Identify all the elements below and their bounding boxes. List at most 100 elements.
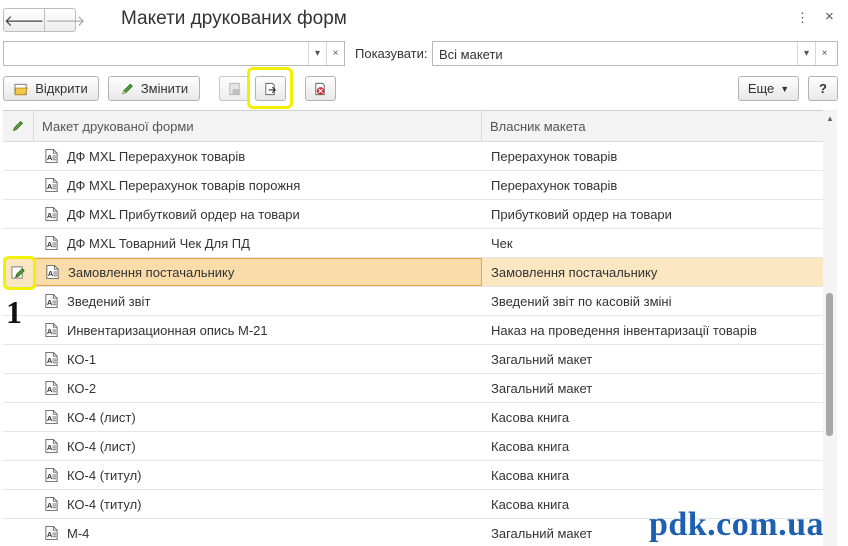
open-button[interactable]: Відкрити [3, 76, 99, 101]
table-row[interactable]: A Зведений звіт Зведений звіт по касовій з… [3, 287, 823, 316]
layout-name: ДФ MXL Прибутковий ордер на товари [67, 206, 300, 222]
watermark: pdk.com.ua [648, 506, 824, 543]
layout-name: КО-1 [67, 351, 97, 367]
layout-name-cell: A Зведений звіт [34, 287, 482, 315]
svg-text:A: A [47, 240, 53, 249]
table-row[interactable]: A КО-4 (лист) Касова книга [3, 403, 823, 432]
table-row[interactable]: A ДФ MXL Перерахунок товарів порожня Перер… [3, 171, 823, 200]
table-row[interactable]: A КО-4 (лист) Касова книга [3, 432, 823, 461]
back-button[interactable]: 🡐 [4, 9, 44, 31]
svg-text:A: A [47, 501, 53, 510]
layout-name: ДФ MXL Товарний Чек Для ПД [67, 235, 250, 251]
more-menu-icon[interactable]: ⋮ [796, 10, 809, 26]
show-label: Показувати: [355, 46, 428, 61]
annotation-marker-1: 1 [6, 294, 22, 330]
more-button-label: Еще [747, 81, 775, 96]
delete-button[interactable] [305, 76, 336, 101]
svg-text:A: A [47, 182, 53, 191]
svg-text:A: A [47, 472, 53, 481]
document-layout-icon: A [44, 525, 59, 541]
filter-field[interactable]: ▾ × [3, 41, 345, 66]
layout-name-cell: A Инвентаризационная опись М-21 [34, 316, 482, 344]
layout-owner: Прибутковий ордер на товари [491, 206, 672, 222]
layout-name: КО-4 (лист) [67, 409, 136, 425]
layout-name-cell: A КО-2 [34, 374, 482, 402]
show-clear-button[interactable]: × [815, 42, 833, 65]
clear-icon: × [332, 48, 339, 59]
arrow-left-icon: 🡐 [4, 12, 45, 30]
edit-column-header[interactable] [3, 111, 34, 141]
layout-owner: Загальний макет [491, 351, 593, 367]
document-layout-icon: A [44, 235, 59, 251]
table-row[interactable]: A Замовлення постачальнику Замовлення пост… [3, 258, 823, 287]
page-title: Макети друкованих форм [121, 8, 347, 29]
svg-text:A: A [47, 211, 53, 220]
show-select[interactable]: Всі макети ▾ × [432, 41, 838, 66]
document-layout-icon: A [44, 409, 59, 425]
svg-text:A: A [48, 269, 54, 278]
row-edit-cell [3, 490, 34, 518]
row-edit-cell [3, 519, 34, 546]
layout-name: КО-4 (лист) [67, 438, 136, 454]
layout-name: Инвентаризационная опись М-21 [67, 322, 268, 338]
scroll-up-icon[interactable]: ▲ [826, 114, 834, 123]
scrollbar-thumb[interactable] [826, 293, 833, 436]
row-edit-cell [3, 403, 34, 431]
table-row[interactable]: A ДФ MXL Перерахунок товарів Перерахунок т… [3, 142, 823, 171]
document-layout-icon: A [44, 496, 59, 512]
document-layout-icon: A [44, 148, 59, 164]
layout-owner: Касова книга [491, 409, 570, 425]
export-icon [265, 82, 277, 95]
layouts-table: Макет друкованої форми Власник макета A Д… [3, 110, 823, 546]
column-header-owner[interactable]: Власник макета [482, 111, 823, 141]
document-layout-icon: A [45, 264, 60, 280]
export-button[interactable] [255, 76, 286, 101]
table-row[interactable]: A КО-1 Загальний макет [3, 345, 823, 374]
help-button[interactable]: ? [808, 76, 838, 101]
table-row[interactable]: A ДФ MXL Прибутковий ордер на товари Прибу… [3, 200, 823, 229]
layout-owner: Замовлення постачальнику [491, 264, 658, 280]
layout-name-cell: A ДФ MXL Товарний Чек Для ПД [34, 229, 482, 257]
dropdown-button[interactable]: ▾ [308, 42, 326, 65]
edit-button[interactable]: Змінити [108, 76, 200, 101]
row-edit-cell [3, 432, 34, 460]
table-row[interactable]: A КО-4 (титул) Касова книга [3, 461, 823, 490]
layout-owner: Перерахунок товарів [491, 148, 618, 164]
open-folder-icon [14, 83, 28, 95]
open-button-label: Відкрити [35, 81, 88, 96]
layout-owner: Чек [491, 235, 513, 251]
forward-button[interactable]: 🡒 [44, 9, 85, 31]
document-layout-icon: A [44, 380, 59, 396]
layout-owner: Перерахунок товарів [491, 177, 618, 193]
svg-text:A: A [47, 356, 53, 365]
document-layout-icon: A [44, 293, 59, 309]
layout-name-cell: A М-4 [34, 519, 482, 546]
svg-text:A: A [47, 327, 53, 336]
layout-name-cell: A КО-4 (титул) [34, 461, 482, 489]
document-layout-icon: A [44, 177, 59, 193]
document-layout-icon: A [44, 351, 59, 367]
svg-text:A: A [47, 385, 53, 394]
column-header-layout[interactable]: Макет друкованої форми [34, 111, 482, 141]
row-edit-cell [3, 229, 34, 257]
help-button-label: ? [819, 81, 827, 96]
clear-button[interactable]: × [326, 42, 344, 65]
row-edit-cell [3, 171, 34, 199]
row-edit-cell [3, 374, 34, 402]
arrow-right-icon: 🡒 [45, 12, 86, 30]
table-row[interactable]: A ДФ MXL Товарний Чек Для ПД Чек [3, 229, 823, 258]
table-row[interactable]: A КО-2 Загальний макет [3, 374, 823, 403]
document-layout-icon: A [44, 322, 59, 338]
edit-button-label: Змінити [140, 81, 189, 96]
layout-name-cell: A ДФ MXL Прибутковий ордер на товари [34, 200, 482, 228]
chevron-down-icon: ▾ [803, 48, 810, 59]
close-icon[interactable]: × [825, 8, 834, 25]
svg-text:A: A [47, 298, 53, 307]
table-body: A ДФ MXL Перерахунок товарів Перерахунок т… [3, 142, 823, 546]
import-button[interactable] [219, 76, 250, 101]
table-row[interactable]: A Инвентаризационная опись М-21 Наказ на п… [3, 316, 823, 345]
more-button[interactable]: Еще ▼ [738, 76, 799, 101]
show-dropdown-button[interactable]: ▾ [797, 42, 815, 65]
highlight-frame-1 [3, 256, 36, 290]
layout-owner: Касова книга [491, 438, 570, 454]
